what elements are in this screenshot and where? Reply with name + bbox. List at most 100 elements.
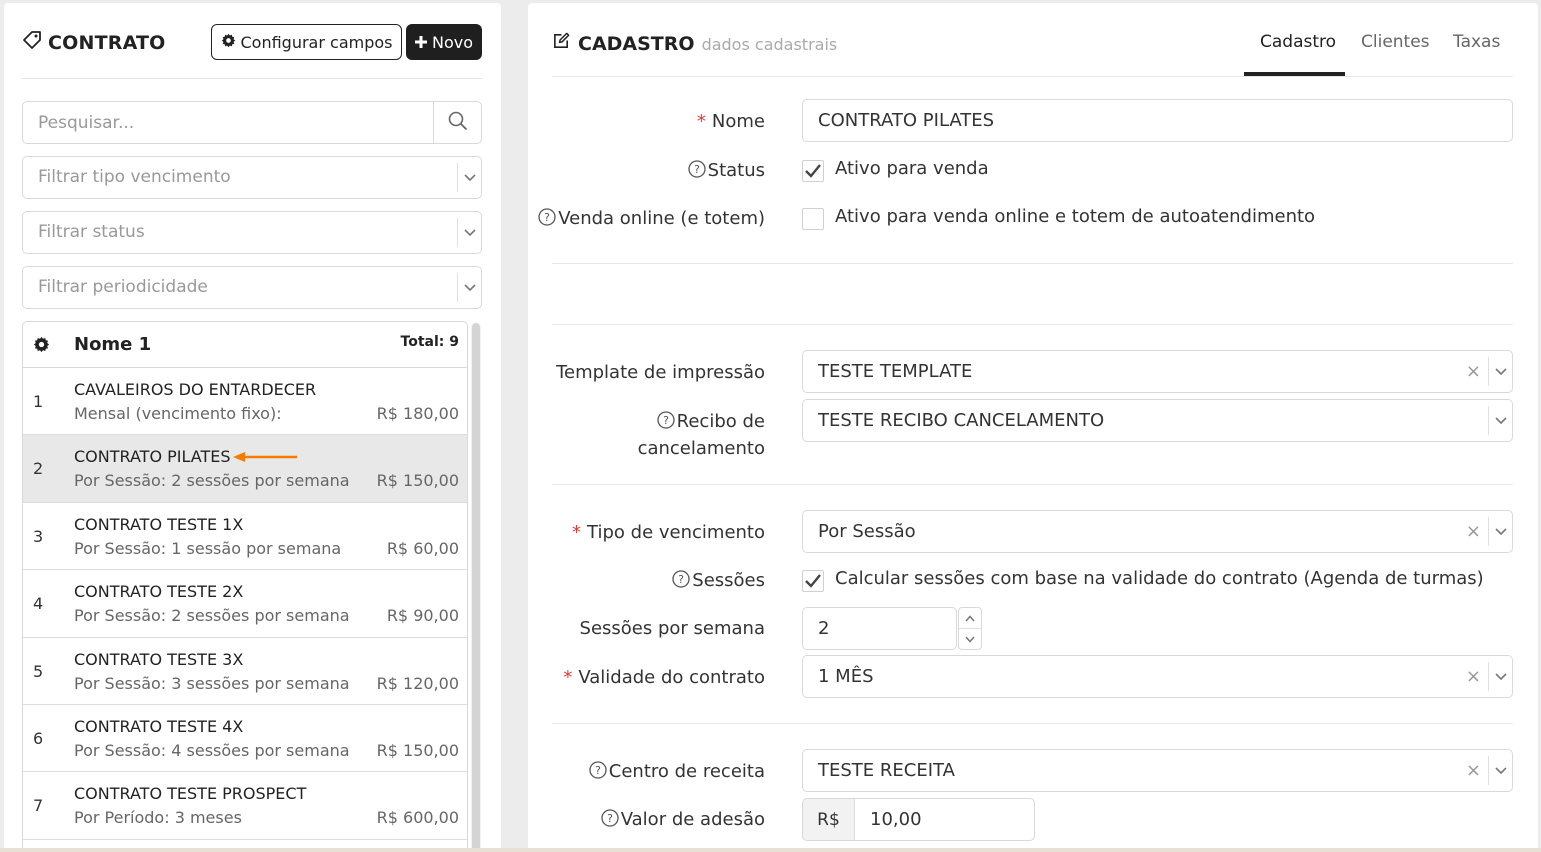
chevron-down-icon	[1488, 662, 1512, 691]
online-sale-checkbox-label[interactable]: Ativo para venda online e totem de autoa…	[835, 206, 1315, 227]
help-icon[interactable]: ?	[601, 809, 619, 834]
sessions-checkbox-label[interactable]: Calcular sessões com base na validade do…	[835, 568, 1484, 589]
clear-icon[interactable]: ×	[1466, 666, 1481, 687]
filter-periodicity-select[interactable]: Filtrar periodicidade	[22, 266, 482, 309]
svg-text:?: ?	[544, 211, 550, 224]
list-scrollbar[interactable]	[471, 323, 481, 852]
chevron-down-icon	[1488, 756, 1512, 785]
svg-text:?: ?	[663, 414, 669, 427]
contract-list-panel: CONTRATO Configurar campos Novo Filtrar …	[4, 3, 501, 852]
list-item[interactable]: 7 CONTRATO TESTE PROSPECT Por Período: 3…	[23, 772, 467, 840]
enrollment-fee-label: ? Valor de adesão	[601, 807, 765, 834]
chevron-down-icon	[457, 273, 481, 302]
list-item[interactable]: 4 CONTRATO TESTE 2X Por Sessão: 2 sessõe…	[23, 570, 467, 638]
sessions-label: ? Sessões	[672, 568, 765, 595]
revenue-center-select[interactable]: TESTE RECEITA ×	[802, 749, 1513, 792]
edit-icon	[552, 31, 571, 54]
divider	[552, 263, 1513, 264]
revenue-center-label: ? Centro de receita	[589, 759, 765, 786]
due-type-label: * Tipo de vencimento	[572, 522, 765, 543]
plus-icon	[414, 33, 427, 52]
contract-form-panel: CADASTRO dados cadastrais Cadastro Clien…	[528, 3, 1538, 852]
chevron-down-icon	[1488, 406, 1512, 435]
increment-button[interactable]	[959, 608, 981, 629]
chevron-down-icon	[1488, 517, 1512, 546]
help-icon[interactable]: ?	[657, 411, 675, 436]
tab-cadastro[interactable]: Cadastro	[1260, 32, 1336, 52]
list-header-row: Nome 1 Total: 9	[23, 322, 467, 368]
svg-text:?: ?	[678, 573, 684, 586]
help-icon[interactable]: ?	[589, 761, 607, 786]
column-header-name[interactable]: Nome 1	[74, 334, 151, 355]
divider	[22, 78, 482, 79]
tab-taxas[interactable]: Taxas	[1453, 32, 1500, 52]
online-sale-checkbox[interactable]	[802, 208, 824, 230]
help-icon[interactable]: ?	[538, 208, 556, 233]
column-settings-icon[interactable]	[33, 336, 50, 357]
sessions-per-week-input[interactable]: 2	[802, 607, 957, 650]
search-box	[22, 101, 482, 144]
tab-clientes[interactable]: Clientes	[1361, 32, 1430, 52]
form-title: CADASTRO dados cadastrais	[552, 31, 837, 55]
contract-list: Nome 1 Total: 9 1 CAVALEIROS DO ENTARDEC…	[22, 321, 468, 852]
filter-due-type-select[interactable]: Filtrar tipo vencimento	[22, 156, 482, 199]
chevron-up-icon	[965, 614, 975, 621]
sessions-checkbox[interactable]	[802, 570, 824, 592]
cancellation-receipt-label: ? Recibo de cancelamento	[637, 411, 765, 459]
status-checkbox[interactable]	[802, 160, 824, 182]
panel-title: CONTRATO	[22, 30, 166, 55]
help-icon[interactable]: ?	[672, 570, 690, 595]
clear-icon[interactable]: ×	[1466, 361, 1481, 382]
chevron-down-icon	[457, 163, 481, 192]
list-header: CONTRATO Configurar campos Novo	[22, 24, 482, 64]
scrollbar-thumb[interactable]	[472, 323, 480, 852]
print-template-select[interactable]: TESTE TEMPLATE ×	[802, 350, 1513, 393]
gear-icon	[221, 33, 236, 52]
list-item[interactable]: 1 CAVALEIROS DO ENTARDECER Mensal (venci…	[23, 368, 467, 436]
sessions-per-week-label: Sessões por semana	[579, 618, 765, 639]
check-icon	[805, 574, 821, 588]
list-item[interactable]: 5 CONTRATO TESTE 3X Por Sessão: 3 sessõe…	[23, 638, 467, 705]
status-checkbox-label[interactable]: Ativo para venda	[835, 158, 989, 179]
cancellation-receipt-select[interactable]: TESTE RECIBO CANCELAMENTO	[802, 399, 1513, 442]
print-template-label: Template de impressão	[556, 362, 765, 383]
list-item[interactable]: 6 CONTRATO TESTE 4X Por Sessão: 4 sessõe…	[23, 705, 467, 773]
bottom-edge	[0, 848, 1541, 852]
enrollment-fee-input[interactable]: R$ 10,00	[802, 798, 1035, 841]
divider	[552, 723, 1513, 724]
name-label: * Nome	[696, 111, 765, 132]
clear-icon[interactable]: ×	[1466, 760, 1481, 781]
divider	[552, 324, 1513, 325]
list-item[interactable]: 3 CONTRATO TESTE 1X Por Sessão: 1 sessão…	[23, 503, 467, 571]
contract-validity-label: * Validade do contrato	[563, 667, 765, 688]
total-count: Total: 9	[400, 334, 459, 350]
filter-status-select[interactable]: Filtrar status	[22, 211, 482, 254]
arrow-left-icon	[233, 448, 299, 467]
contract-validity-select[interactable]: 1 MÊS ×	[802, 655, 1513, 698]
decrement-button[interactable]	[959, 629, 981, 650]
chevron-down-icon	[457, 218, 481, 247]
new-contract-button[interactable]: Novo	[406, 24, 482, 60]
clear-icon[interactable]: ×	[1466, 521, 1481, 542]
list-item-selected[interactable]: 2 CONTRATO PILATES Por Sessão: 2 sessões…	[23, 435, 467, 503]
help-icon[interactable]: ?	[687, 160, 706, 185]
svg-text:?: ?	[694, 163, 700, 176]
divider	[552, 76, 1513, 77]
currency-prefix: R$	[803, 799, 855, 840]
search-button[interactable]	[433, 102, 481, 143]
online-sale-label: ? Venda online (e totem)	[538, 206, 765, 233]
due-type-select[interactable]: Por Sessão ×	[802, 510, 1513, 553]
configure-fields-button[interactable]: Configurar campos	[211, 24, 402, 60]
status-label: ? Status	[687, 158, 765, 185]
chevron-down-icon	[965, 636, 975, 643]
chevron-down-icon	[1488, 357, 1512, 386]
check-icon	[805, 164, 821, 178]
tag-icon	[22, 30, 48, 55]
divider	[552, 484, 1513, 485]
quantity-stepper	[958, 607, 982, 650]
search-icon	[448, 111, 468, 135]
name-field[interactable]: CONTRATO PILATES	[802, 99, 1513, 142]
search-input[interactable]	[23, 102, 434, 143]
svg-text:?: ?	[595, 764, 601, 777]
svg-text:?: ?	[607, 812, 613, 825]
